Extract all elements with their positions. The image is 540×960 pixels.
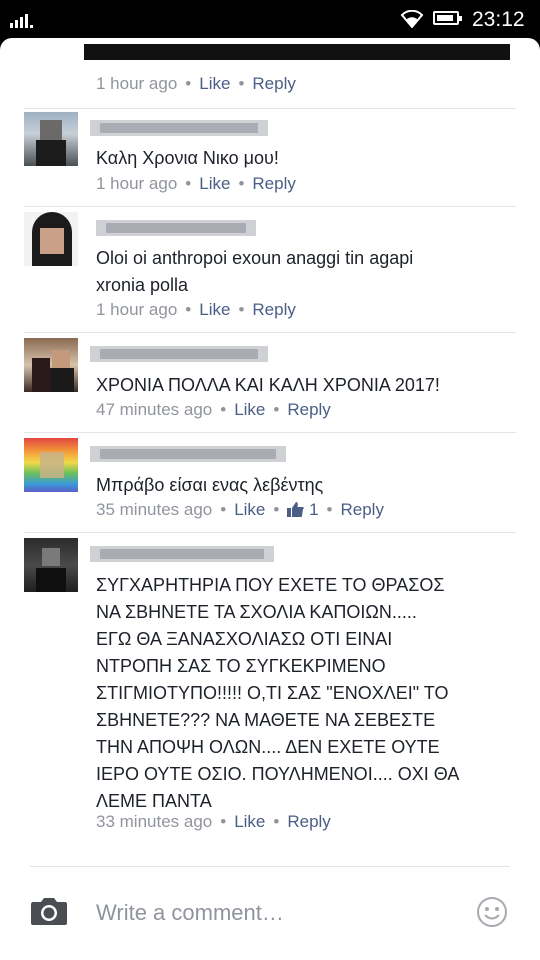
clock: 23:12 [472, 8, 525, 31]
comment-meta: 47 minutes ago • Like • Reply [96, 400, 331, 419]
comment-time: 1 hour ago [96, 300, 178, 319]
comment-text: ΧΡΟΝΙΑ ΠΟΛΛΑ ΚΑΙ ΚΑΛΗ ΧΡΟΝΙΑ 2017! [96, 375, 440, 395]
emoji-icon[interactable] [476, 896, 508, 928]
composer-divider [30, 866, 510, 867]
status-bar: 23:12 [0, 0, 540, 38]
comment-time: 35 minutes ago [96, 500, 213, 519]
commenter-name-redacted[interactable] [96, 220, 256, 236]
commenter-name-redacted[interactable] [90, 346, 268, 362]
signal-icon [10, 12, 34, 28]
comment-meta: 1 hour ago • Like • Reply [96, 74, 296, 93]
commenter-name-redacted[interactable] [90, 446, 286, 462]
comment-input[interactable] [96, 896, 456, 930]
comment-meta: 33 minutes ago • Like • Reply [96, 812, 331, 831]
avatar[interactable] [24, 212, 78, 266]
comment-text: Oloi oi anthropoi exoun anaggi tin agapi… [96, 248, 414, 295]
divider [24, 432, 516, 433]
divider [24, 206, 516, 207]
commenter-name-redacted[interactable] [90, 546, 274, 562]
comment-text: ΣΥΓΧΑΡΗΤΗΡΙΑ ΠΟΥ ΕΧΕΤΕ ΤΟ ΘΡΑΣΟΣ ΝΑ ΣΒΗΝ… [96, 575, 460, 811]
divider [24, 532, 516, 533]
redaction-bar [84, 44, 510, 60]
comment-time: 33 minutes ago [96, 812, 213, 831]
comment-time: 1 hour ago [96, 74, 178, 93]
reply-link[interactable]: Reply [252, 74, 295, 93]
battery-icon [433, 11, 462, 25]
camera-icon[interactable] [30, 896, 68, 926]
like-link[interactable]: Like [234, 500, 265, 519]
like-count: 1 [309, 500, 319, 519]
avatar[interactable] [24, 338, 78, 392]
like-link[interactable]: Like [199, 74, 230, 93]
like-link[interactable]: Like [199, 300, 230, 319]
reply-link[interactable]: Reply [252, 300, 295, 319]
comment-time: 47 minutes ago [96, 400, 213, 419]
comments-sheet: 1 hour ago • Like • Reply Καλη Χρονια Νικο μ… [0, 38, 540, 960]
like-link[interactable]: Like [234, 400, 265, 419]
thumbs-up-icon [287, 502, 305, 517]
like-link[interactable]: Like [234, 812, 265, 831]
avatar[interactable] [24, 538, 78, 592]
reply-link[interactable]: Reply [287, 400, 330, 419]
divider [24, 332, 516, 333]
avatar[interactable] [24, 112, 78, 166]
comment-meta: 1 hour ago • Like • Reply [96, 300, 296, 319]
reply-link[interactable]: Reply [252, 174, 295, 193]
comment-meta: 1 hour ago • Like • Reply [96, 174, 296, 193]
commenter-name-redacted[interactable] [90, 120, 268, 136]
wifi-icon [400, 10, 424, 28]
reply-link[interactable]: Reply [287, 812, 330, 831]
like-link[interactable]: Like [199, 174, 230, 193]
comment-meta: 35 minutes ago • Like • 1 • Reply [96, 500, 384, 519]
avatar[interactable] [24, 438, 78, 492]
comment-text: Μπράβο είσαι ενας λεβέντης [96, 475, 324, 495]
reply-link[interactable]: Reply [341, 500, 384, 519]
divider [24, 108, 516, 109]
comment-text: Καλη Χρονια Νικο μου! [96, 148, 279, 168]
comment-time: 1 hour ago [96, 174, 178, 193]
